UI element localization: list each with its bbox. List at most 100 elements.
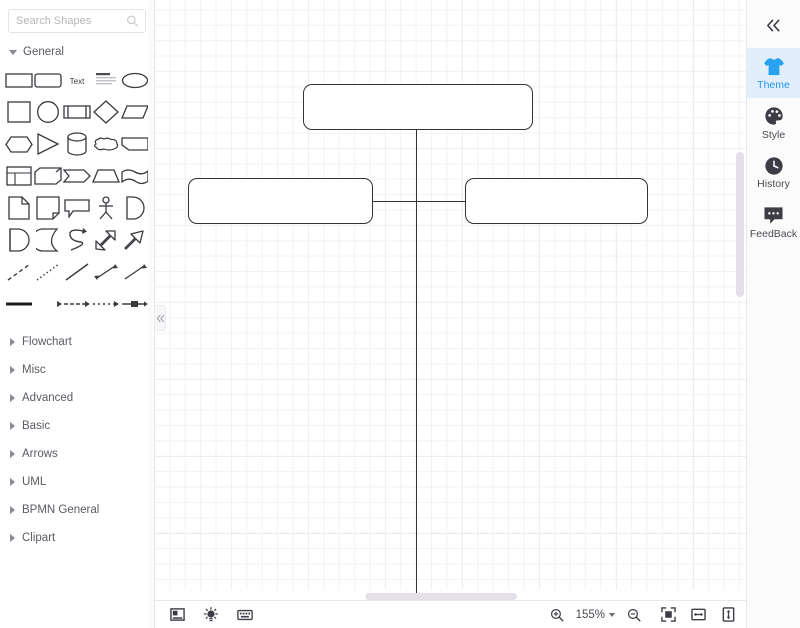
- shape-wave[interactable]: [121, 162, 150, 190]
- sidebar-item-style[interactable]: Style: [747, 98, 800, 148]
- chevron-right-icon: [10, 450, 15, 458]
- shape-solid-line[interactable]: [62, 258, 91, 286]
- search-input[interactable]: [9, 10, 145, 32]
- zoom-in-icon[interactable]: [547, 605, 567, 625]
- category-advanced[interactable]: Advanced: [0, 384, 154, 412]
- shape-process[interactable]: [62, 98, 91, 126]
- category-bpmn-general[interactable]: BPMN General: [0, 496, 154, 524]
- canvas-vertical-scrollbar-thumb[interactable]: [736, 152, 744, 297]
- sidebar-item-theme[interactable]: Theme: [746, 48, 800, 98]
- shape-double-arrow-line[interactable]: [92, 258, 121, 286]
- zoom-level-selector[interactable]: 155%: [574, 609, 617, 621]
- sidebar-item-label: Theme: [757, 79, 790, 91]
- category-label: Clipart: [22, 532, 56, 544]
- chevron-right-icon: [10, 478, 15, 486]
- right-sidebar-collapse-button[interactable]: [754, 10, 794, 40]
- shape-dashed-line[interactable]: [4, 258, 33, 286]
- shape-cloud-callout[interactable]: [92, 130, 121, 158]
- shape-crescent[interactable]: [33, 226, 62, 254]
- comment-icon: [763, 205, 785, 226]
- shape-actor[interactable]: [92, 194, 121, 222]
- chevron-right-icon: [10, 366, 15, 374]
- search-icon: [126, 15, 139, 28]
- chevron-double-left-icon: [156, 314, 164, 322]
- shape-grid: Text: [0, 64, 154, 318]
- diagram-editor-app: General Text: [0, 0, 800, 628]
- shape-diamond[interactable]: [92, 98, 121, 126]
- shape-single-arrow-line[interactable]: [121, 258, 150, 286]
- shape-heading-paragraph[interactable]: [92, 66, 121, 94]
- shape-dotted-arrow[interactable]: [92, 290, 121, 318]
- shape-double-arrow[interactable]: [92, 226, 121, 254]
- zoom-controls: 155%: [547, 605, 644, 625]
- connector-vertical-trunk[interactable]: [416, 130, 418, 593]
- shape-hexagon[interactable]: [4, 130, 33, 158]
- shape-document[interactable]: [4, 194, 33, 222]
- category-basic[interactable]: Basic: [0, 412, 154, 440]
- shape-text[interactable]: Text: [62, 66, 91, 94]
- shape-s-curve-arrow[interactable]: [62, 226, 91, 254]
- category-label: BPMN General: [22, 504, 100, 516]
- shape-trapezoid[interactable]: [92, 162, 121, 190]
- category-clipart[interactable]: Clipart: [0, 524, 154, 552]
- shape-dotted-line[interactable]: [33, 258, 62, 286]
- category-flowchart[interactable]: Flowchart: [0, 328, 154, 356]
- zoom-out-icon[interactable]: [624, 605, 644, 625]
- shape-speech-bubble[interactable]: [62, 194, 91, 222]
- shape-cylinder[interactable]: [62, 130, 91, 158]
- sidebar-item-label: FeedBack: [749, 227, 798, 240]
- shape-table[interactable]: [4, 162, 33, 190]
- search-box[interactable]: [8, 9, 146, 33]
- shape-gradient-arrow[interactable]: [33, 290, 62, 318]
- shape-half-moon[interactable]: [121, 194, 150, 222]
- diagram-canvas-area[interactable]: 155%: [155, 0, 746, 628]
- shape-rounded-rectangle[interactable]: [33, 66, 62, 94]
- section-general[interactable]: General: [0, 33, 154, 64]
- diagram-node-left[interactable]: [188, 178, 373, 224]
- diagram-node-top[interactable]: [303, 84, 533, 130]
- shape-ellipse[interactable]: [121, 66, 150, 94]
- chevron-right-icon: [10, 534, 15, 542]
- shape-panel-scrollbar[interactable]: [148, 0, 153, 628]
- right-sidebar: Theme Style History FeedBack: [746, 0, 800, 628]
- shape-triangle[interactable]: [33, 130, 62, 158]
- category-misc[interactable]: Misc: [0, 356, 154, 384]
- shape-category-list: Flowchart Misc Advanced Basic Arrows UML: [0, 318, 154, 552]
- shape-node-connector[interactable]: [121, 290, 150, 318]
- shape-thick-line[interactable]: [4, 290, 33, 318]
- shape-card[interactable]: [121, 130, 150, 158]
- fit-width-icon[interactable]: [688, 605, 708, 625]
- lightbulb-icon[interactable]: [201, 605, 221, 625]
- shape-parallelogram[interactable]: [121, 98, 150, 126]
- connector-left-branch[interactable]: [373, 200, 418, 202]
- category-arrows[interactable]: Arrows: [0, 440, 154, 468]
- sidebar-item-feedback[interactable]: FeedBack: [747, 197, 800, 247]
- sidebar-item-history[interactable]: History: [747, 147, 800, 197]
- shape-note[interactable]: [33, 194, 62, 222]
- shape-block-arrow[interactable]: [121, 226, 150, 254]
- connector-right-branch[interactable]: [417, 200, 466, 202]
- shape-half-ellipse[interactable]: [4, 226, 33, 254]
- fit-screen-icon[interactable]: [658, 605, 678, 625]
- chevron-double-left-icon: [767, 19, 780, 31]
- shape-chevron-arrow[interactable]: [62, 162, 91, 190]
- category-label: UML: [22, 476, 47, 488]
- shape-rectangle[interactable]: [4, 66, 33, 94]
- canvas-horizontal-scrollbar-thumb[interactable]: [365, 593, 517, 600]
- bottom-toolbar-right-group: 155%: [547, 605, 738, 625]
- shape-cube[interactable]: [33, 162, 62, 190]
- diagram-node-right[interactable]: [465, 178, 648, 224]
- bottom-toolbar: 155%: [155, 600, 746, 628]
- category-label: Basic: [22, 420, 51, 432]
- shape-square[interactable]: [4, 98, 33, 126]
- shape-circle[interactable]: [33, 98, 62, 126]
- keyboard-icon[interactable]: [235, 605, 255, 625]
- clock-icon: [763, 155, 785, 176]
- panel-collapse-handle[interactable]: [155, 305, 166, 331]
- page-layout-icon[interactable]: [167, 605, 187, 625]
- fit-height-icon[interactable]: [718, 605, 738, 625]
- category-label: Advanced: [22, 392, 74, 404]
- shape-dashed-arrow[interactable]: [62, 290, 91, 318]
- chevron-right-icon: [10, 394, 15, 402]
- category-uml[interactable]: UML: [0, 468, 154, 496]
